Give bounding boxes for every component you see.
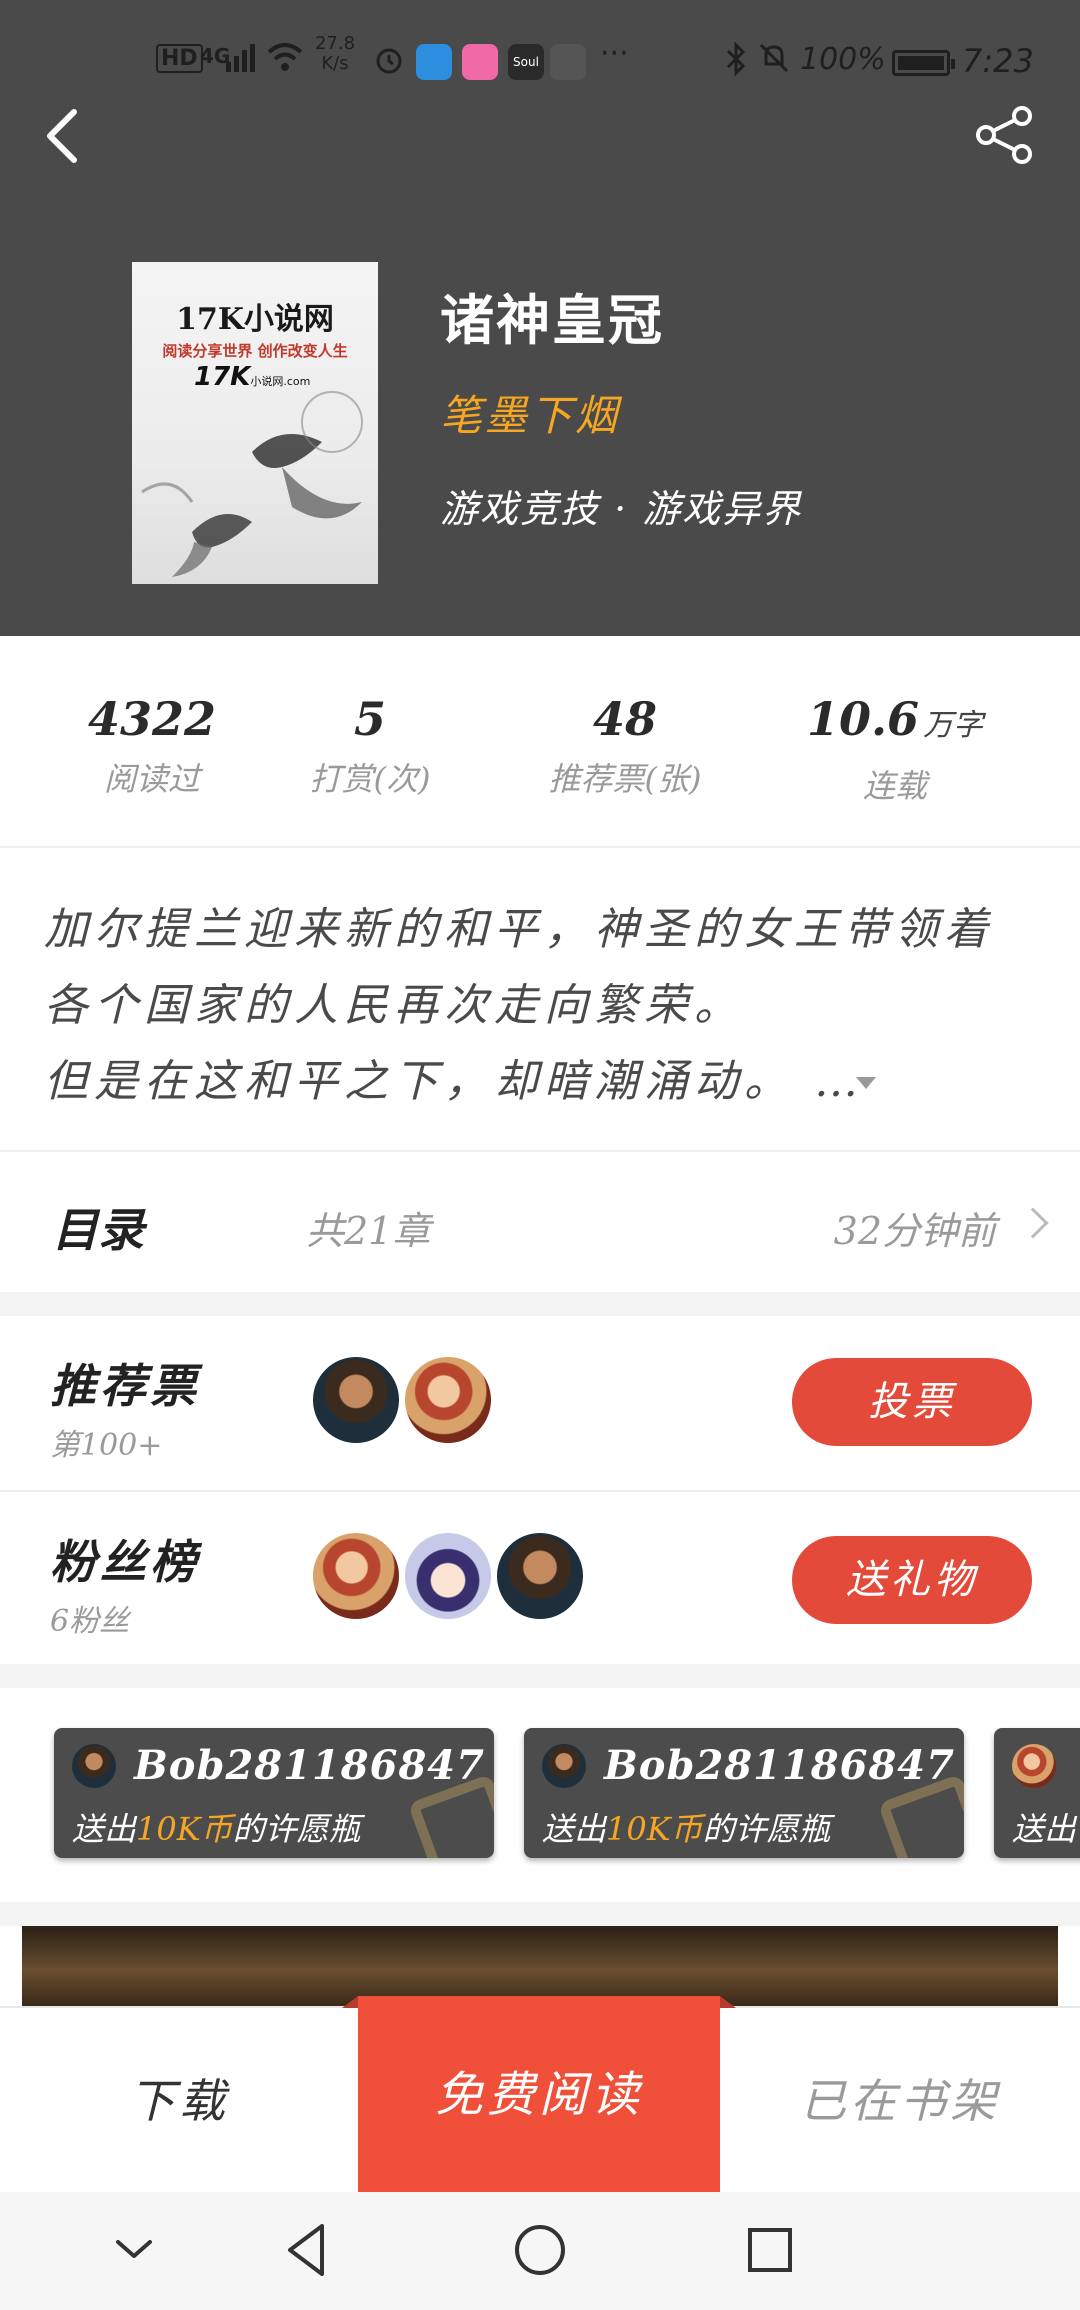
- alarm-icon: [376, 48, 402, 74]
- promo-banner[interactable]: [22, 1926, 1058, 2006]
- hide-nav-chevron-icon[interactable]: [102, 2218, 166, 2282]
- book-author[interactable]: 笔墨下烟: [440, 382, 620, 443]
- toc-updated-time: 32分钟前: [833, 1209, 996, 1253]
- back-arrow-icon[interactable]: [34, 100, 94, 172]
- send-gift-button[interactable]: 送礼物: [792, 1536, 1032, 1624]
- avatar: [72, 1744, 116, 1788]
- net-speed-value: 27.8: [314, 33, 356, 54]
- net-speed-unit: K/s: [321, 53, 349, 74]
- gift-username: Bob281186847: [604, 1742, 955, 1789]
- avatar[interactable]: [310, 1530, 402, 1622]
- gift-username: Bob281186847: [134, 1742, 485, 1789]
- bottom-action-bar: 下载 免费阅读 已在书架: [0, 1996, 1080, 2194]
- section-gap: [0, 1902, 1080, 1926]
- fans-title: 粉丝榜: [50, 1535, 200, 1589]
- book-category: 游戏竞技 · 游戏异界: [440, 487, 803, 531]
- stat-reads-value: 4322: [87, 692, 217, 746]
- gift-prefix: 送出: [542, 1810, 607, 1848]
- recommend-title: 推荐票: [50, 1359, 200, 1413]
- system-nav-bar: [0, 2192, 1080, 2310]
- stat-words-number: 10.6: [806, 692, 920, 746]
- wifi-icon: [267, 43, 303, 71]
- synopsis-line-2: 各个国家的人民再次走向繁荣。: [44, 980, 744, 1031]
- fans-count: 6粉丝: [50, 1604, 130, 1639]
- mute-bell-icon: [759, 43, 789, 73]
- nav-back-icon[interactable]: [276, 2218, 340, 2282]
- section-gap: [0, 1664, 1080, 1688]
- stats-row: 4322 阅读过 5 打赏(次) 48 推荐票(张) 10.6 万字 连载: [0, 636, 1080, 848]
- chevron-right-icon: [1017, 1207, 1049, 1239]
- net-speed: 27.8 K/s: [314, 34, 356, 74]
- gift-prefix: 送出: [72, 1810, 137, 1848]
- gift-card[interactable]: 送出: [994, 1728, 1080, 1858]
- avatar[interactable]: [402, 1530, 494, 1622]
- avatar: [542, 1744, 586, 1788]
- cover-title: 17K小说网: [176, 302, 334, 337]
- download-button[interactable]: 下载: [0, 2008, 358, 2194]
- gift-description: 送出10K币的许愿瓶: [72, 1804, 361, 1850]
- stat-votes-label: 推荐票(张): [548, 760, 702, 798]
- gift-amount: 10K币: [606, 1810, 703, 1848]
- status-bar: HD 4G 27.8 K/s Soul ··· 100% 7:23: [0, 30, 1080, 94]
- gift-description: 送出: [1012, 1804, 1076, 1850]
- vote-button[interactable]: 投票: [792, 1358, 1032, 1446]
- stat-words-unit: 万字: [923, 708, 984, 743]
- gift-card[interactable]: Bob281186847 送出10K币的许愿瓶: [54, 1728, 494, 1858]
- synopsis-line-1: 加尔提兰迎来新的和平，神圣的女王带领着: [44, 904, 994, 955]
- cover-subtitle: 阅读分享世界 创作改变人生: [162, 342, 348, 360]
- stat-word-count: 10.6 万字 连载: [790, 692, 1000, 807]
- avatar[interactable]: [402, 1354, 494, 1446]
- book-header: HD 4G 27.8 K/s Soul ··· 100% 7:23 17K小说网…: [0, 0, 1080, 636]
- bluetooth-icon: [726, 42, 746, 76]
- gift-prefix: 送出: [1012, 1810, 1077, 1848]
- gift-description: 送出10K币的许愿瓶: [542, 1804, 831, 1850]
- stat-recommend-votes: 48 推荐票(张): [520, 692, 730, 800]
- app-icon-soul: Soul: [508, 44, 544, 80]
- stat-tips-value: 5: [353, 692, 386, 746]
- battery-icon: [892, 50, 955, 76]
- stat-reads: 4322 阅读过: [60, 692, 244, 800]
- stat-votes-value: 48: [592, 692, 657, 746]
- more-notifications: ···: [600, 36, 629, 71]
- nav-home-icon[interactable]: [508, 2218, 572, 2282]
- free-read-button[interactable]: 免费阅读: [342, 1996, 736, 2194]
- app-icon-pink: [462, 44, 498, 80]
- share-icon[interactable]: [974, 104, 1036, 166]
- stat-status-label: 连载: [862, 767, 927, 805]
- battery-percent: 100%: [800, 42, 886, 77]
- book-synopsis[interactable]: 加尔提兰迎来新的和平，神圣的女王带领着 各个国家的人民再次走向繁荣。 但是在这和…: [44, 892, 1034, 1120]
- cover-goldfish-art: [141, 391, 363, 577]
- gift-suffix: 的许愿瓶: [702, 1810, 831, 1848]
- recommend-rank: 第100+: [50, 1428, 163, 1463]
- app-icon-gray: [550, 44, 586, 80]
- nav-recents-icon[interactable]: [738, 2218, 802, 2282]
- synopsis-line-3: 但是在这和平之下，却暗潮涌动。 …: [44, 1056, 864, 1107]
- recommend-votes-row: 推荐票 第100+ 投票: [0, 1316, 1080, 1490]
- gift-feed[interactable]: Bob281186847 送出10K币的许愿瓶 Bob281186847 送出1…: [0, 1688, 1080, 1902]
- stat-tips: 5 打赏(次): [290, 692, 450, 800]
- gift-card[interactable]: Bob281186847 送出10K币的许愿瓶: [524, 1728, 964, 1858]
- app-icon-blue: [416, 44, 452, 80]
- book-title: 诸神皇冠: [440, 288, 664, 352]
- gift-suffix: 的许愿瓶: [232, 1810, 361, 1848]
- stat-reads-label: 阅读过: [103, 760, 200, 798]
- toc-chapter-count: 共21章: [306, 1209, 431, 1253]
- hd-indicator: HD: [156, 44, 203, 73]
- clock: 7:23: [962, 42, 1034, 80]
- avatar[interactable]: [494, 1530, 586, 1622]
- book-cover[interactable]: 17K小说网 阅读分享世界 创作改变人生 17K小说网.com: [132, 262, 378, 584]
- section-gap: [0, 1292, 1080, 1316]
- expand-synopsis-icon[interactable]: [856, 1077, 876, 1089]
- stat-words-value: 10.6 万字: [790, 692, 1000, 753]
- toc-label: 目录: [52, 1203, 144, 1257]
- avatar: [1012, 1744, 1056, 1788]
- table-of-contents-row[interactable]: 目录 共21章 32分钟前: [0, 1152, 1080, 1292]
- on-shelf-button[interactable]: 已在书架: [720, 2008, 1080, 2194]
- gift-amount: 10K币: [136, 1810, 233, 1848]
- avatar[interactable]: [310, 1354, 402, 1446]
- signal-icon: [226, 44, 255, 72]
- fans-ranking-row: 粉丝榜 6粉丝 送礼物: [0, 1492, 1080, 1666]
- stat-tips-label: 打赏(次): [309, 760, 431, 798]
